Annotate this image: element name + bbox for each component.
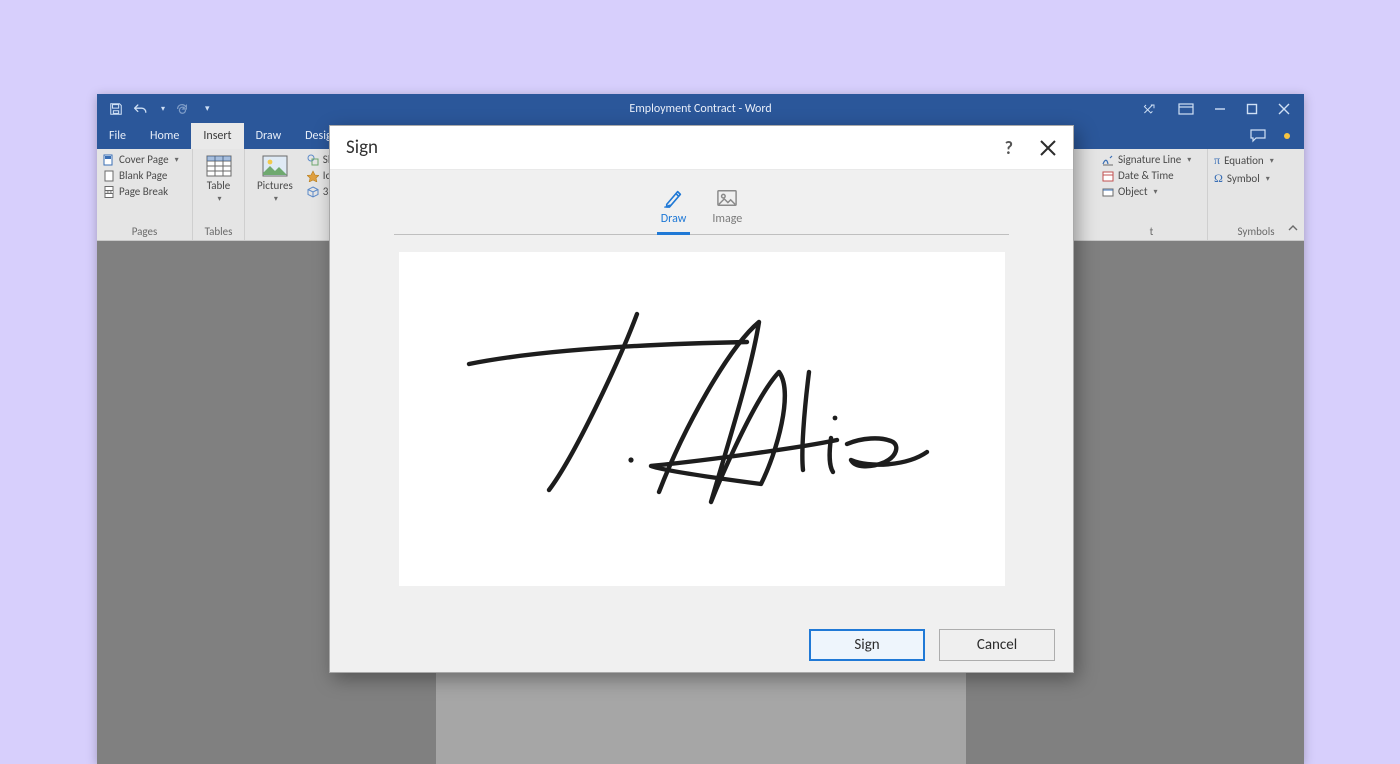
pen-draw-icon bbox=[663, 188, 685, 208]
close-button[interactable] bbox=[1039, 139, 1057, 157]
tab-draw[interactable]: Draw bbox=[661, 188, 687, 234]
signature-canvas[interactable] bbox=[399, 252, 1005, 586]
sign-dialog: Sign ? Draw bbox=[329, 125, 1074, 673]
image-icon bbox=[716, 188, 738, 208]
tab-image-label: Image bbox=[712, 212, 742, 226]
dialog-title: Sign bbox=[346, 136, 378, 159]
cancel-button-label: Cancel bbox=[977, 636, 1017, 654]
sign-button-label: Sign bbox=[854, 636, 879, 654]
signature-canvas-wrap bbox=[330, 234, 1073, 618]
close-icon bbox=[1039, 139, 1057, 157]
tab-image[interactable]: Image bbox=[712, 188, 742, 234]
help-button[interactable]: ? bbox=[1005, 137, 1013, 159]
dialog-footer: Sign Cancel bbox=[330, 618, 1073, 672]
dialog-tabs: Draw Image bbox=[330, 170, 1073, 234]
tab-draw-label: Draw bbox=[661, 212, 687, 226]
signature-stroke bbox=[399, 252, 1005, 586]
dialog-header: Sign ? bbox=[330, 126, 1073, 170]
cancel-button[interactable]: Cancel bbox=[939, 629, 1055, 661]
sign-button[interactable]: Sign bbox=[809, 629, 925, 661]
